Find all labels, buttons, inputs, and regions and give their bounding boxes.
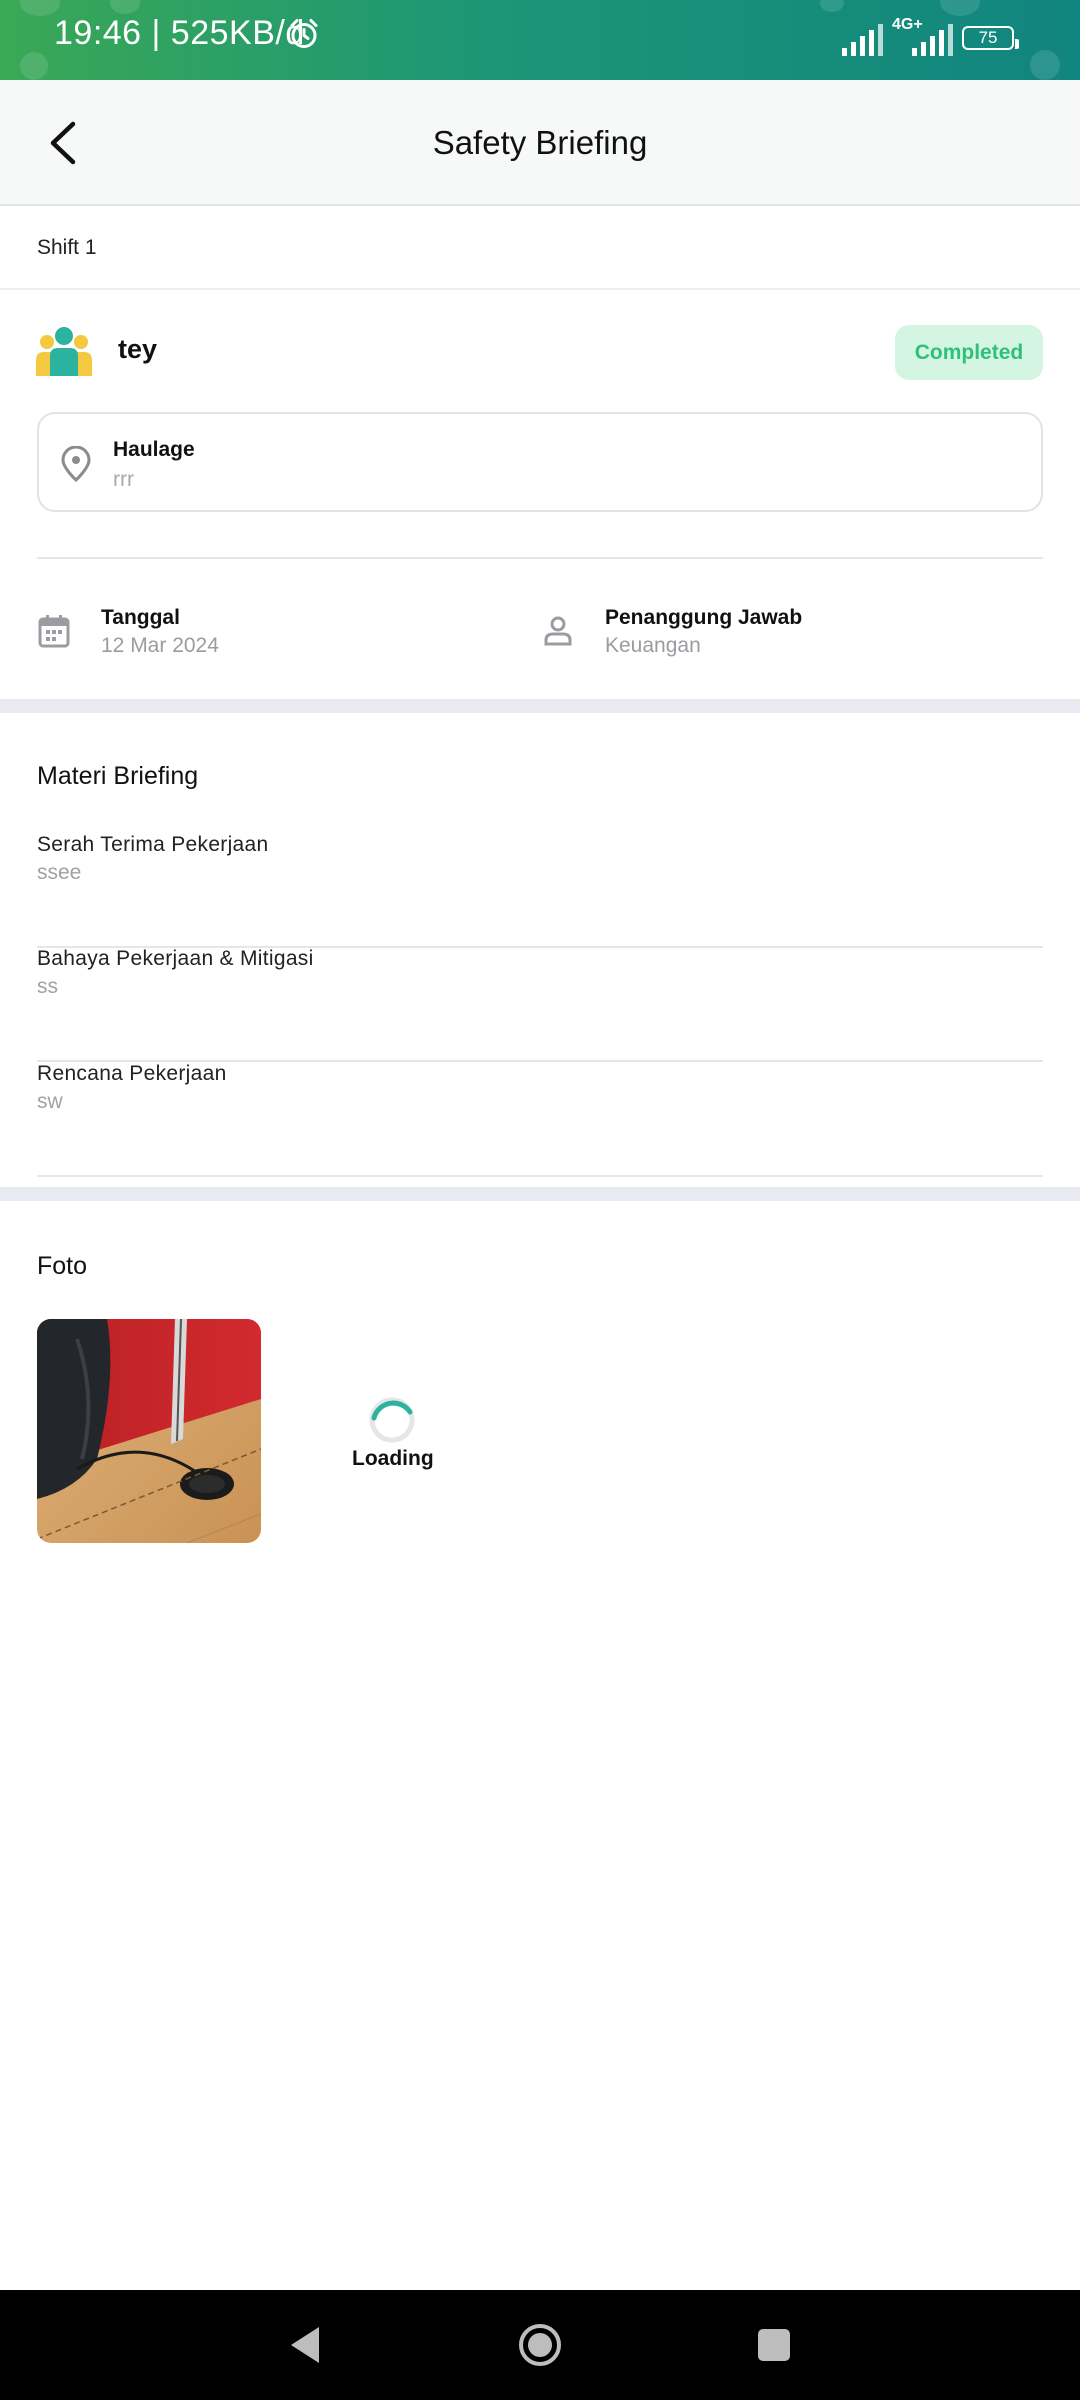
team-name: tey [118, 334, 158, 364]
wallpaper-decoration [820, 0, 844, 12]
briefing-item-title: Bahaya Pekerjaan & Mitigasi [37, 947, 314, 970]
briefing-item: Bahaya Pekerjaan & Mitigasi ss [37, 947, 1043, 1062]
system-navigation-bar [0, 2290, 1080, 2400]
pic-value: Keuangan [605, 634, 701, 657]
nav-home-button[interactable] [485, 2290, 595, 2400]
briefing-item-title: Rencana Pekerjaan [37, 1062, 227, 1085]
loading-label: Loading [352, 1447, 434, 1470]
shift-label: Shift 1 [37, 236, 97, 259]
briefing-item-value: sw [37, 1090, 63, 1113]
briefing-item-value: ssee [37, 861, 82, 884]
calendar-icon [38, 614, 70, 653]
briefing-item-title: Serah Terima Pekerjaan [37, 833, 269, 856]
triangle-back-icon [291, 2327, 319, 2363]
briefing-item-value: ss [37, 975, 58, 998]
signal-icon [842, 22, 884, 61]
location-subtitle: rrr [113, 468, 134, 491]
loading-spinner [368, 1396, 416, 1444]
wallpaper-decoration [110, 0, 140, 14]
status-badge: Completed [895, 325, 1043, 380]
alarm-icon [288, 18, 320, 55]
pic-label: Penanggung Jawab [605, 606, 803, 629]
clock-and-speed: 19:46 | 525KB/d [54, 14, 305, 52]
person-icon [543, 616, 573, 651]
section-divider [0, 1187, 1080, 1201]
battery-tip [1015, 39, 1019, 49]
battery-level: 75 [978, 28, 998, 47]
page-title: Safety Briefing [432, 124, 648, 161]
briefing-item: Serah Terima Pekerjaan ssee [37, 833, 1043, 948]
signal-icon [912, 22, 954, 61]
location-pin-icon [59, 445, 93, 487]
wallpaper-decoration [20, 52, 48, 80]
battery-icon: 75 [962, 26, 1014, 50]
wallpaper-decoration [940, 0, 980, 16]
home-circle-icon [519, 2324, 561, 2366]
briefing-item: Rencana Pekerjaan sw [37, 1062, 1043, 1177]
team-icon [36, 326, 92, 381]
nav-back-button[interactable] [250, 2290, 360, 2400]
date-value: 12 Mar 2024 [101, 634, 219, 657]
status-bar: 19:46 | 525KB/d 4G+ 75 [0, 0, 1080, 80]
nav-recents-button[interactable] [719, 2290, 829, 2400]
briefing-section-title: Materi Briefing [37, 762, 199, 790]
photo-thumbnail[interactable] [37, 1319, 261, 1543]
date-label: Tanggal [101, 606, 180, 629]
divider [37, 557, 1043, 559]
section-divider [0, 699, 1080, 713]
shift-row: Shift 1 [0, 206, 1080, 290]
square-recents-icon [758, 2329, 790, 2361]
location-card: Haulage rrr [37, 412, 1043, 512]
photos-section-title: Foto [37, 1252, 88, 1280]
location-title: Haulage [113, 438, 195, 461]
app-bar: Safety Briefing [0, 80, 1080, 206]
wallpaper-decoration [1030, 50, 1060, 80]
